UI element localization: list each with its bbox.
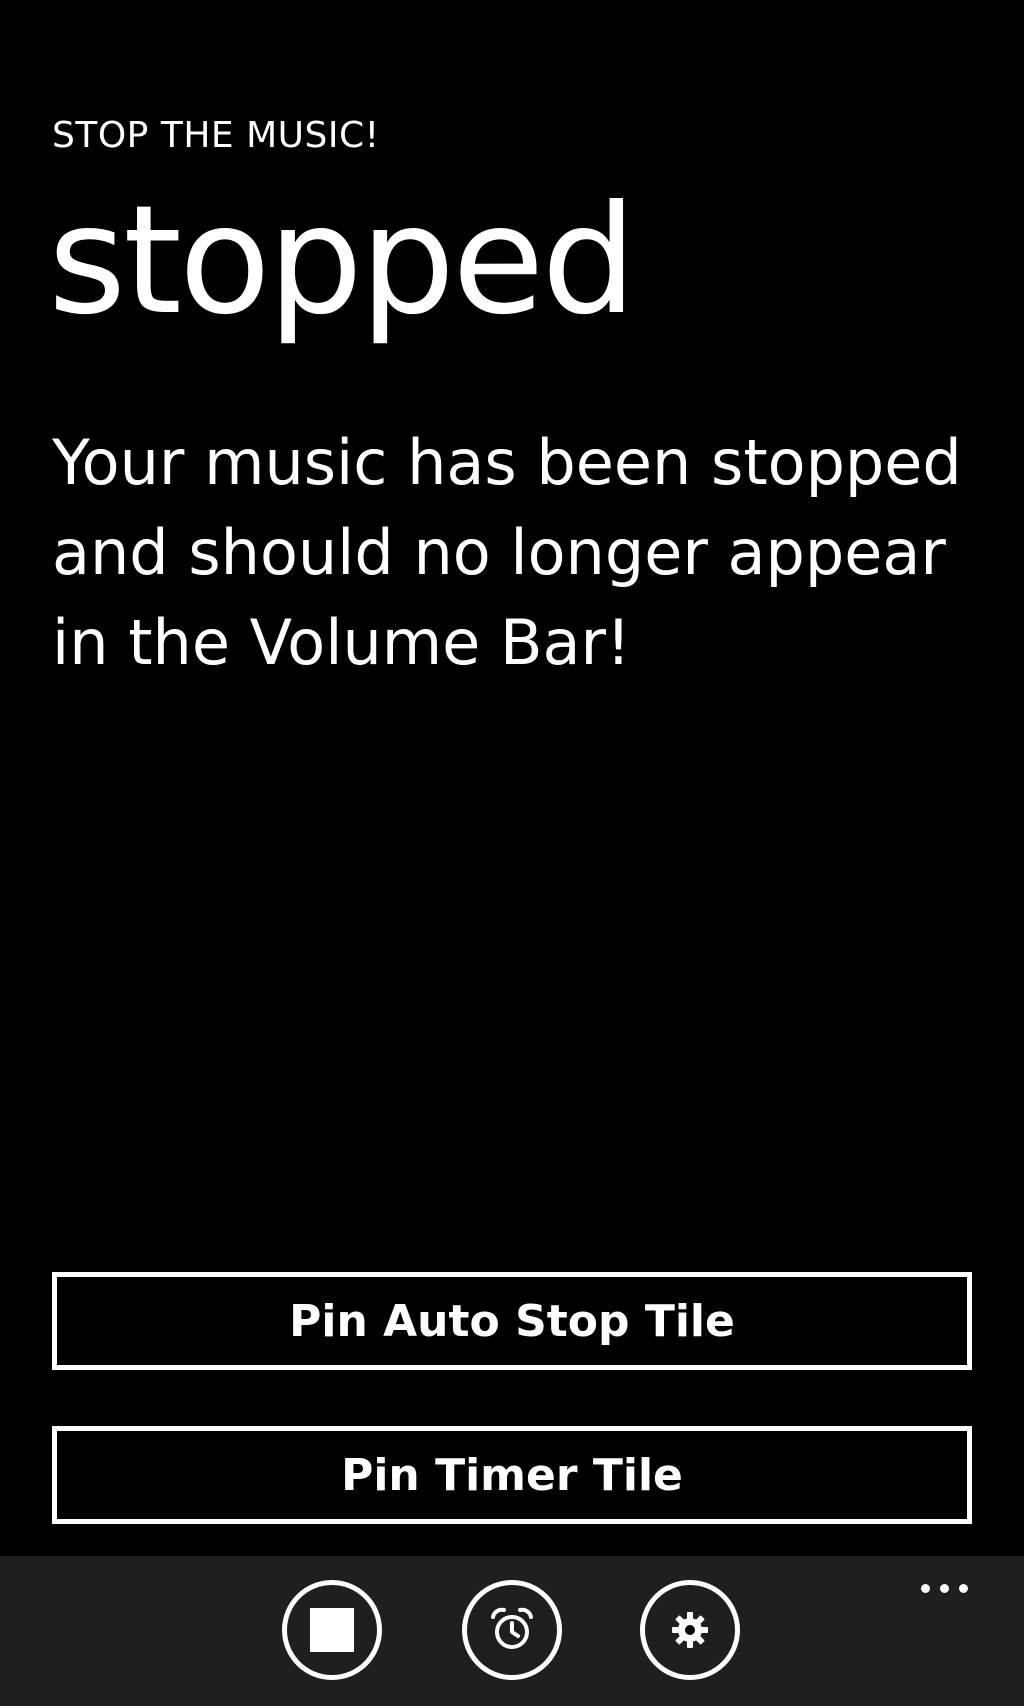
more-ellipsis-icon[interactable] [915,1578,974,1599]
pin-timer-tile-button[interactable]: Pin Timer Tile [52,1426,972,1524]
settings-button[interactable] [640,1580,740,1680]
gear-icon [672,1612,708,1648]
app-bar [0,1556,1024,1706]
timer-button[interactable] [462,1580,562,1680]
pin-auto-stop-tile-button[interactable]: Pin Auto Stop Tile [52,1272,972,1370]
ellipsis-dot [921,1584,930,1593]
alarm-clock-icon [491,1607,533,1649]
app-title: STOP THE MUSIC! [52,115,380,156]
ellipsis-dot [940,1584,949,1593]
stop-icon [310,1608,354,1652]
status-message: Your music has been stopped and should n… [52,426,962,679]
ellipsis-dot [959,1584,968,1593]
stop-button[interactable] [282,1580,382,1680]
page-title: stopped [48,174,637,348]
